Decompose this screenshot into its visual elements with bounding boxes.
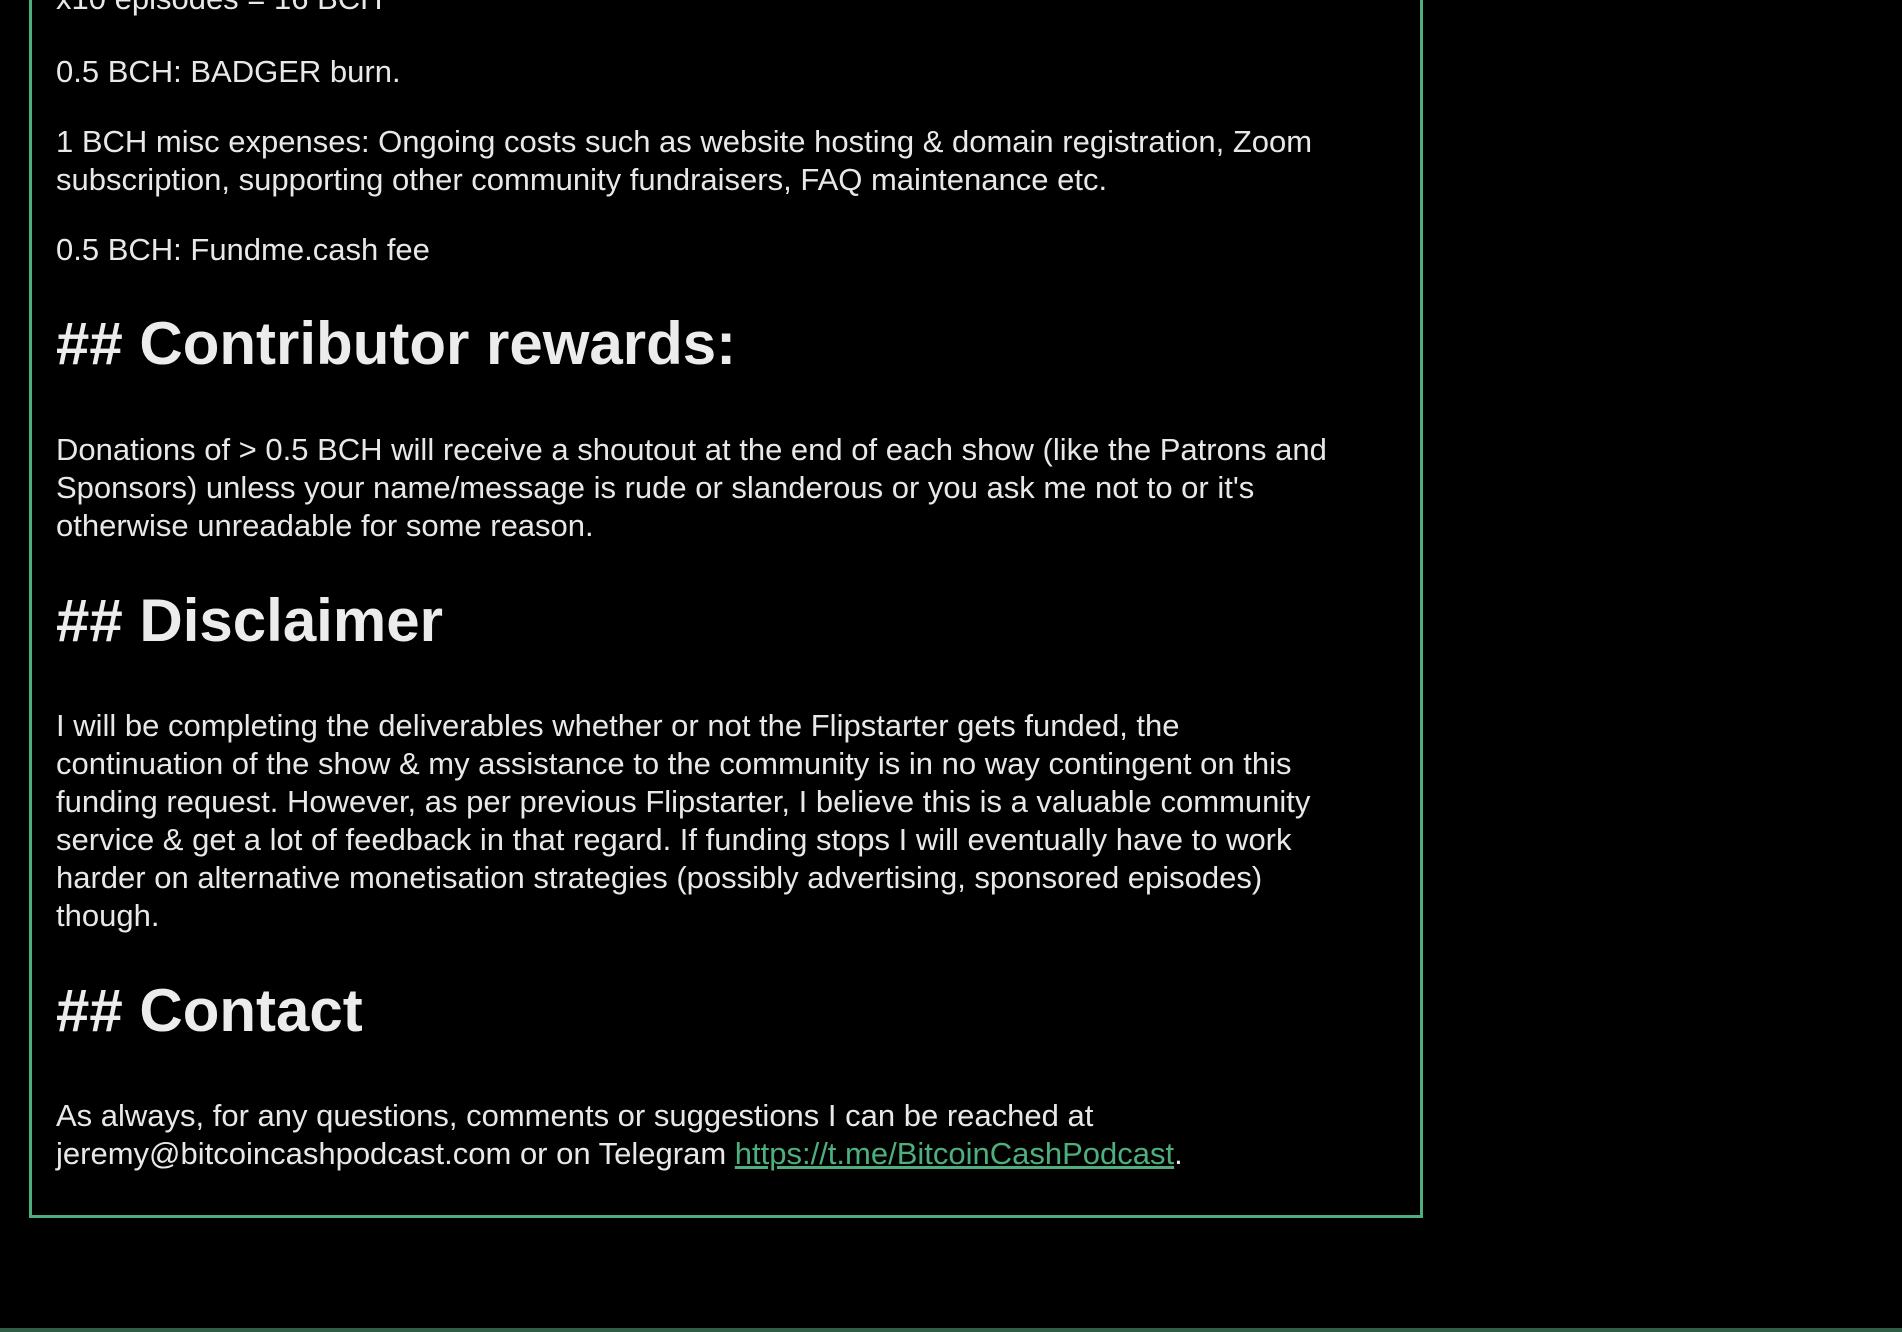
misc-expenses-line: subscription, supporting other community… [56,162,1108,197]
contact-heading: ## Contact [56,977,363,1044]
disclaimer-line: funding request. However, as per previou… [56,784,1311,819]
contributor-rewards-line: otherwise unreadable for some reason. [56,508,594,543]
fundme-fee-line: 0.5 BCH: Fundme.cash fee [56,232,430,267]
contact-paragraph: As always, for any questions, comments o… [56,1097,1183,1173]
contributor-rewards-paragraph: Donations of > 0.5 BCH will receive a sh… [56,431,1327,545]
page-bottom-divider [0,1328,1902,1332]
disclaimer-line: service & get a lot of feedback in that … [56,822,1292,857]
badger-burn-line: 0.5 BCH: BADGER burn. [56,54,401,89]
disclaimer-paragraph: I will be completing the deliverables wh… [56,707,1310,935]
contributor-rewards-heading: ## Contributor rewards: [56,310,737,377]
disclaimer-line: though. [56,898,160,933]
disclaimer-line: I will be completing the deliverables wh… [56,708,1180,743]
disclaimer-line: continuation of the show & my assistance… [56,746,1292,781]
telegram-link[interactable]: https://t.me/BitcoinCashPodcast [735,1136,1174,1171]
misc-expenses-line: 1 BCH misc expenses: Ongoing costs such … [56,124,1313,159]
contact-period: . [1174,1136,1183,1171]
contact-line: jeremy@bitcoincashpodcast.com or on Tele… [56,1135,1183,1173]
campaign-description-card: x10 episodes = 16 BCH 0.5 BCH: BADGER bu… [29,0,1423,1218]
contributor-rewards-line: Sponsors) unless your name/message is ru… [56,470,1255,505]
disclaimer-heading: ## Disclaimer [56,587,443,654]
misc-expenses-paragraph: 1 BCH misc expenses: Ongoing costs such … [56,123,1312,199]
contact-line: As always, for any questions, comments o… [56,1098,1094,1133]
disclaimer-line: harder on alternative monetisation strat… [56,860,1263,895]
contact-email-text: jeremy@bitcoincashpodcast.com or on Tele… [56,1136,735,1171]
contributor-rewards-line: Donations of > 0.5 BCH will receive a sh… [56,432,1327,467]
episodes-cost-line: x10 episodes = 16 BCH [56,0,383,18]
